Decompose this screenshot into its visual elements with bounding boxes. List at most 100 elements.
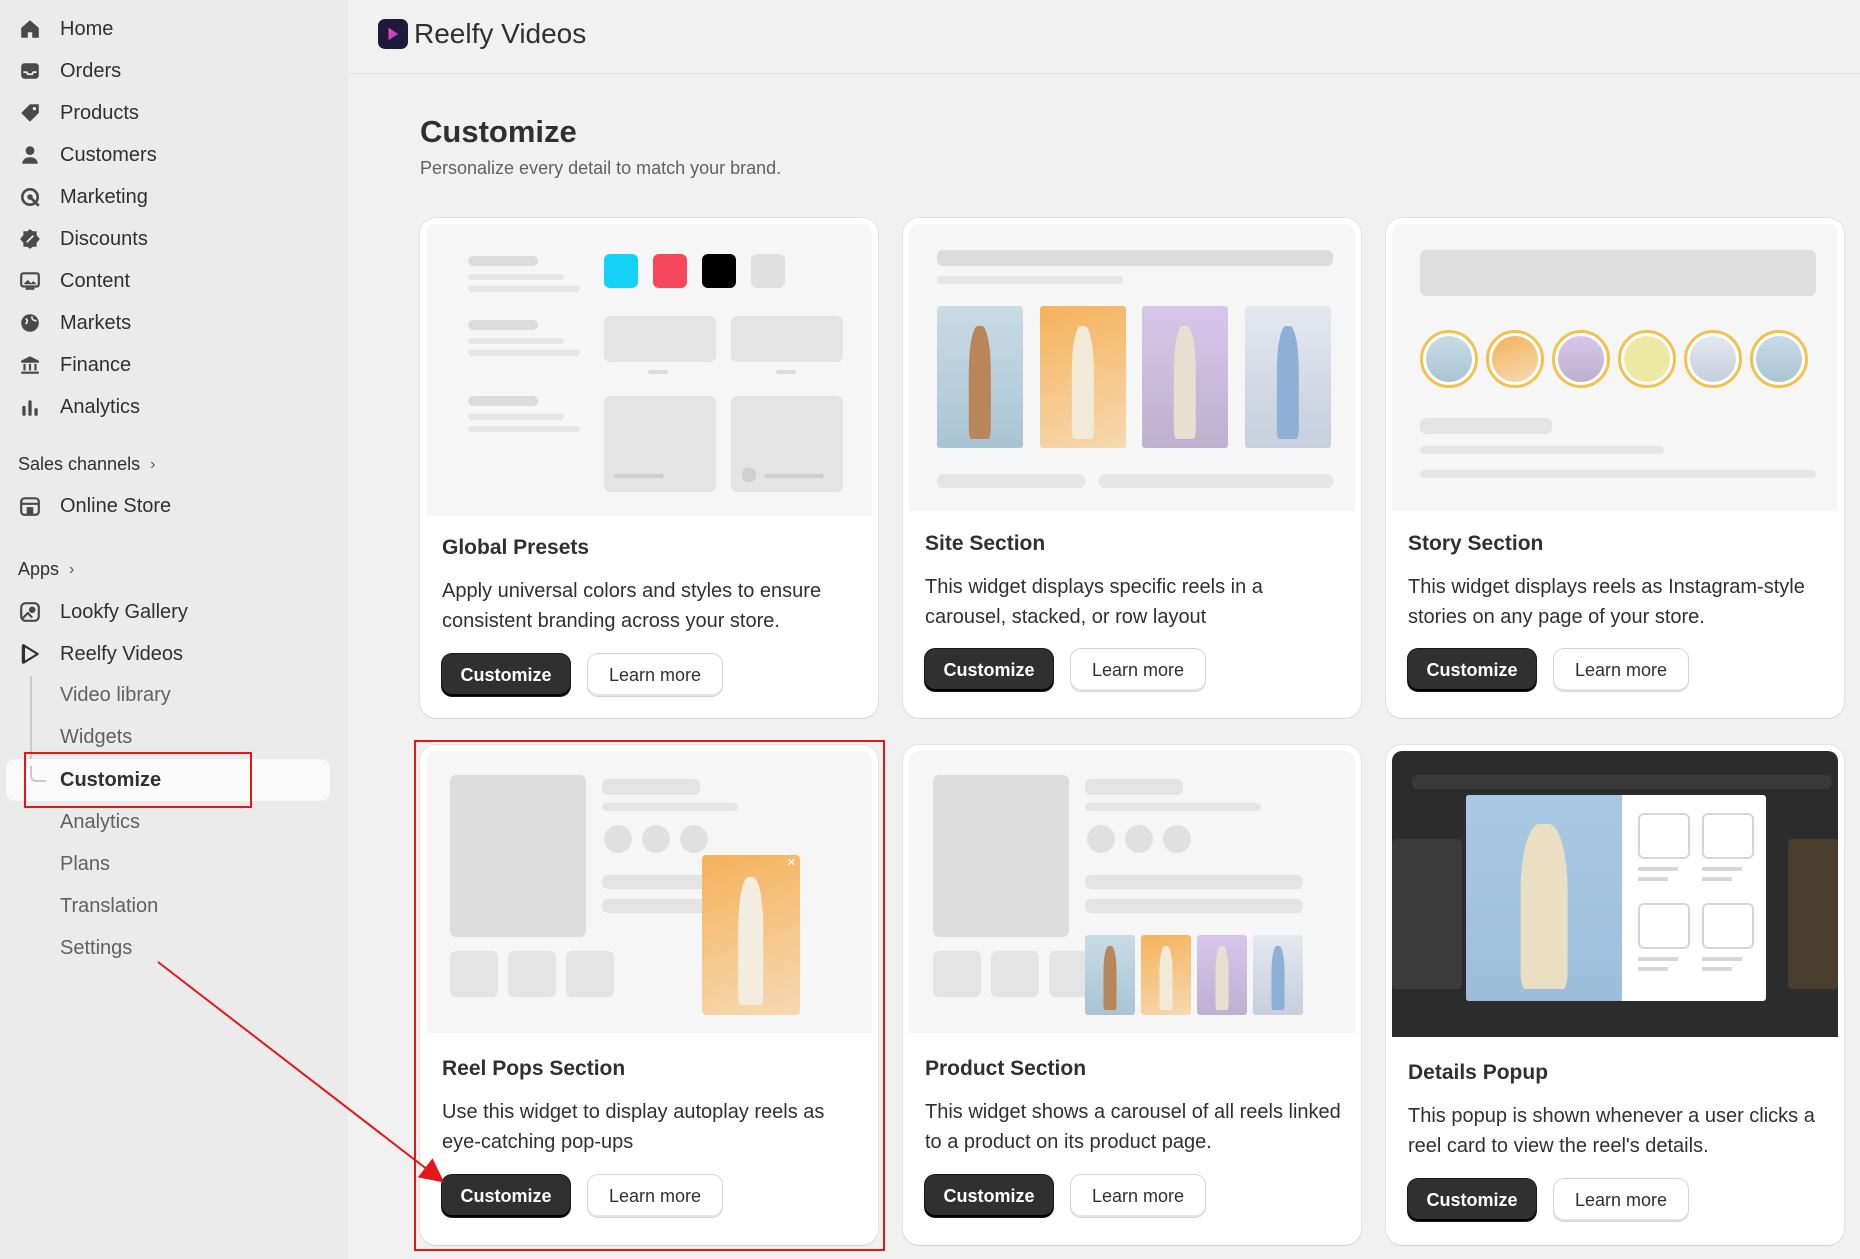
chevron-right-icon: › [69,560,75,578]
nav-marketing[interactable]: Marketing [18,179,148,215]
nav-home[interactable]: Home [18,11,113,47]
card-title: Details Popup [1408,1061,1549,1084]
card-preview [1392,751,1838,1037]
card-title: Global Presets [442,536,590,559]
reel-thumbnail [1253,935,1303,1015]
card-site-section: Site Section This widget displays specif… [903,218,1361,718]
apps-heading[interactable]: Apps › [18,559,74,580]
card-description: Apply universal colors and styles to ens… [442,580,822,632]
story-bubble [1684,330,1742,388]
globe-icon [18,311,42,335]
header-divider [348,73,1860,74]
annotation-highlight-card [414,740,885,1251]
learn-more-button[interactable]: Learn more [588,654,722,696]
reel-thumbnail [1245,306,1331,448]
card-preview [909,224,1355,511]
card-preview [909,751,1355,1033]
nav-content[interactable]: Content [18,263,130,299]
customize-button[interactable]: Customize [1408,1179,1536,1221]
reel-thumbnail [937,306,1023,448]
card-preview [1392,224,1838,511]
card-description: This widget shows a carousel of all reel… [925,1101,1341,1153]
tag-icon [18,101,42,125]
nav-label: Discounts [60,227,148,250]
page-title: Customize [420,114,577,149]
card-story-section: Story Section This widget displays reels… [1386,218,1844,718]
nav-analytics[interactable]: Analytics [18,389,140,425]
nav-finance[interactable]: Finance [18,347,131,383]
discount-icon [18,227,42,251]
customize-button[interactable]: Customize [1408,649,1536,691]
annotation-highlight-sidebar [24,752,252,808]
learn-more-button[interactable]: Learn more [1554,1179,1688,1221]
color-swatch [751,254,785,288]
color-swatch [653,254,687,288]
card-global-presets: Global Presets Apply universal colors an… [420,218,878,718]
nav-label: Finance [60,353,132,376]
chevron-right-icon: › [150,455,156,473]
app-title: Reelfy Videos [414,18,587,49]
card-preview [426,224,872,516]
sub-plans[interactable]: Plans [60,846,110,882]
story-bubble [1618,330,1676,388]
reel-thumbnail [1197,935,1247,1015]
sub-video-library[interactable]: Video library [60,677,171,713]
nav-label: Reelfy Videos [60,642,184,665]
nav-orders[interactable]: Orders [18,53,121,89]
nav-discounts[interactable]: Discounts [18,221,148,257]
learn-more-button[interactable]: Learn more [1554,649,1688,691]
sub-translation[interactable]: Translation [60,888,158,924]
nav-label: Marketing [60,185,148,208]
gallery-app-icon [18,600,42,624]
reelfy-logo-icon [378,19,408,49]
customize-button[interactable]: Customize [442,654,570,696]
nav-lookfy-gallery[interactable]: Lookfy Gallery [18,594,188,630]
story-bubble [1420,330,1478,388]
nav-online-store[interactable]: Online Store [18,488,171,524]
image-icon [18,269,42,293]
page-subtitle: Personalize every detail to match your b… [420,158,782,178]
reel-thumbnail [1141,935,1191,1015]
target-icon [18,185,42,209]
sales-channels-heading[interactable]: Sales channels › [18,454,155,475]
nav-label: Analytics [60,395,141,418]
color-swatch [702,254,736,288]
reel-thumbnail [1040,306,1126,448]
app-header: Reelfy Videos [378,18,586,50]
sub-analytics[interactable]: Analytics [60,804,140,840]
card-description: This widget displays reels as Instagram-… [1408,576,1805,628]
sidebar: Home Orders Products Customers Marketing… [0,0,348,1259]
learn-more-button[interactable]: Learn more [1071,1175,1205,1217]
popup-mockup [1466,795,1766,1001]
store-icon [18,494,42,518]
customize-button[interactable]: Customize [925,1175,1053,1217]
story-bubble [1750,330,1808,388]
nav-products[interactable]: Products [18,95,139,131]
nav-markets[interactable]: Markets [18,305,131,341]
card-title: Site Section [925,532,1046,555]
person-icon [18,143,42,167]
story-bubble [1552,330,1610,388]
inbox-icon [18,59,42,83]
home-icon [18,17,42,41]
card-title: Product Section [925,1057,1087,1080]
sub-settings[interactable]: Settings [60,930,132,966]
card-title: Story Section [1408,532,1544,555]
nav-customers[interactable]: Customers [18,137,157,173]
card-description: This widget displays specific reels in a… [925,576,1263,628]
play-app-icon [18,642,42,666]
nav-label: Products [60,101,139,124]
nav-label: Lookfy Gallery [60,600,188,623]
nav-label: Home [60,17,114,40]
bank-icon [18,353,42,377]
nav-reelfy-videos[interactable]: Reelfy Videos [18,636,183,672]
card-details-popup: Details Popup This popup is shown whenev… [1386,745,1844,1245]
customize-button[interactable]: Customize [925,649,1053,691]
learn-more-button[interactable]: Learn more [1071,649,1205,691]
nav-label: Customers [60,143,157,166]
card-product-section: Product Section This widget shows a caro… [903,745,1361,1245]
sub-widgets[interactable]: Widgets [60,719,132,755]
nav-label: Online Store [60,494,172,517]
nav-label: Content [60,269,131,292]
reel-thumbnail [1142,306,1228,448]
